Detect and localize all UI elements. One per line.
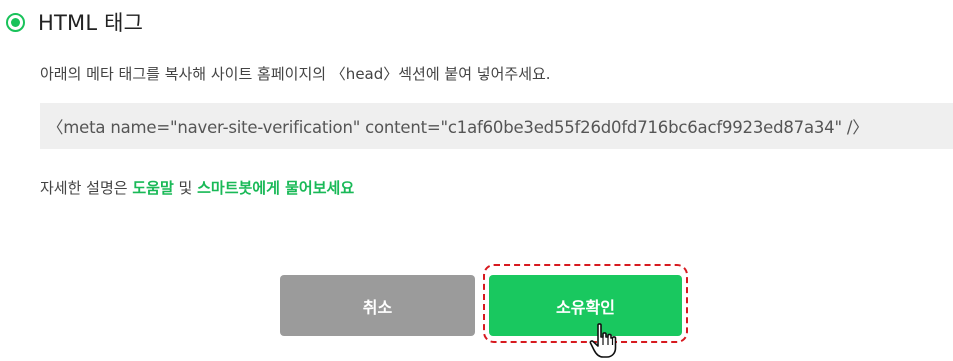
help-prefix: 자세한 설명은 xyxy=(40,179,133,197)
meta-tag-code-box[interactable]: 〈meta name="naver-site-verification" con… xyxy=(40,103,953,149)
instruction-text: 아래의 메타 태그를 복사해 사이트 홈페이지의 〈head〉섹션에 붙여 넣어… xyxy=(40,65,551,83)
cancel-button[interactable]: 취소 xyxy=(280,275,475,336)
html-tag-option-label: HTML 태그 xyxy=(38,11,144,35)
help-text: 자세한 설명은 도움말 및 스마트봇에게 물어보세요 xyxy=(40,177,354,198)
help-link[interactable]: 도움말 xyxy=(132,179,173,197)
radio-selected-icon[interactable] xyxy=(6,12,25,32)
radio-dot xyxy=(11,17,20,27)
verify-ownership-button[interactable]: 소유확인 xyxy=(489,275,682,336)
help-middle: 및 xyxy=(173,179,198,197)
smartbot-link[interactable]: 스마트봇에게 물어보세요 xyxy=(197,179,354,197)
meta-tag-code[interactable]: 〈meta name="naver-site-verification" con… xyxy=(47,114,869,138)
ownership-verification-panel: HTML 태그 아래의 메타 태그를 복사해 사이트 홈페이지의 〈head〉섹… xyxy=(0,0,953,361)
html-tag-option[interactable]: HTML 태그 xyxy=(6,6,143,38)
